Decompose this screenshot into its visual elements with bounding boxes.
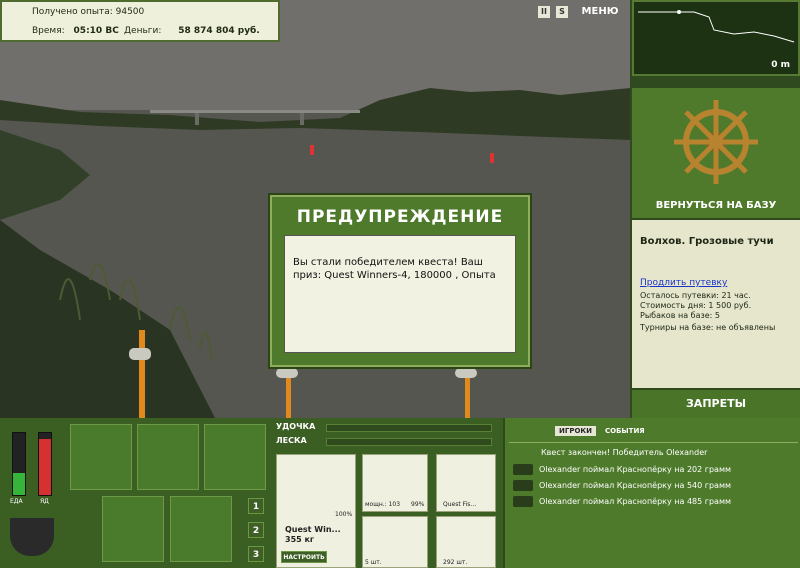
reel-left-icon — [129, 348, 151, 360]
bait-caption: 292 шт. — [443, 559, 468, 566]
depth-label: 0 m — [771, 60, 790, 70]
warning-message: Вы стали победителем квеста! Ваш приз: Q… — [284, 235, 516, 353]
xp-value: 94500 — [115, 7, 145, 17]
location-title: Волхов. Грозовые тучи — [640, 236, 774, 247]
day-cost: Стоимость дня: 1 500 руб. — [640, 301, 752, 310]
event-text: Olexander поймал Краснопёрку на 485 грам… — [539, 497, 732, 506]
rod-label: УДОЧКА — [276, 422, 316, 431]
inventory-page-1[interactable]: 1 — [248, 498, 264, 514]
rod-stand-right — [465, 372, 470, 418]
cauldron-icon[interactable] — [10, 518, 54, 556]
pause-button[interactable]: II — [538, 6, 550, 18]
money-row: Деньги: 58 874 804 руб. — [124, 26, 260, 36]
time-row: Время: 05:10 ВС — [32, 26, 119, 36]
events-divider — [509, 442, 798, 443]
line-strength-bar — [326, 438, 492, 446]
poison-gauge — [38, 432, 52, 496]
food-basket-slot[interactable] — [102, 496, 164, 562]
event-item: Olexander поймал Краснопёрку на 485 грам… — [513, 496, 731, 507]
money-label: Деньги: — [124, 26, 162, 36]
event-text: Olexander поймал Краснопёрку на 540 грам… — [539, 481, 732, 490]
ship-wheel-icon — [674, 100, 758, 184]
bucket-slot[interactable] — [170, 496, 232, 562]
fish-icon — [513, 496, 533, 507]
menu-button[interactable]: МЕНЮ — [580, 2, 620, 22]
line-label: ЛЕСКА — [276, 436, 307, 445]
rod-strength-bar — [326, 424, 492, 432]
inventory-page-3[interactable]: 3 — [248, 546, 264, 562]
rod-stand-center — [286, 372, 291, 418]
tab-players[interactable]: ИГРОКИ — [555, 426, 596, 436]
reel-center-icon — [276, 368, 298, 378]
reel-slot[interactable]: мощн.: 103 99% — [362, 454, 428, 512]
setup-rod-button[interactable]: НАСТРОИТЬ — [281, 551, 327, 563]
poison-level — [39, 439, 51, 495]
xp-row: Получено опыта: 94500 — [32, 7, 144, 17]
food-label: ЕДА — [10, 498, 23, 505]
events-panel: ИГРОКИ СОБЫТИЯ Квест закончен! Победител… — [503, 418, 800, 568]
hook-slot[interactable]: 5 шт. — [362, 516, 428, 568]
poison-label: ЯД — [40, 498, 49, 505]
event-text: Olexander поймал Краснопёрку на 202 грам… — [539, 465, 732, 474]
location-info: Волхов. Грозовые тучи Продлить путевку О… — [632, 220, 800, 388]
fish-icon — [513, 480, 533, 491]
xp-label: Получено опыта: — [32, 7, 113, 17]
reel-caption: мощн.: 103 — [365, 501, 401, 508]
event-item: Квест закончен! Победитель Olexander — [541, 448, 708, 457]
food-gauge — [12, 432, 26, 496]
rod-percent: 100% — [335, 511, 353, 518]
map-tool-slot[interactable] — [204, 424, 266, 490]
rod-slot[interactable]: Quest Win... 355 кг 100% НАСТРОИТЬ — [276, 454, 356, 568]
reel-extra: 99% — [411, 501, 425, 508]
anglers-on-base: Рыбаков на базе: 5 — [640, 311, 720, 320]
extend-permit-link[interactable]: Продлить путевку — [640, 278, 727, 288]
tournaments-status: Турниры на базе: не объявлены — [640, 323, 776, 332]
inventory-page-2[interactable]: 2 — [248, 522, 264, 538]
permit-remaining: Осталось путевки: 21 час. — [640, 291, 751, 300]
bans-button[interactable]: ЗАПРЕТЫ — [632, 390, 800, 418]
line-spool-caption: Quest Fis... — [443, 501, 477, 508]
reel-right-icon — [455, 368, 477, 378]
fish-icon — [513, 464, 533, 475]
warning-title: ПРЕДУПРЕЖДЕНИЕ — [296, 207, 504, 227]
warning-dialog[interactable]: ПРЕДУПРЕЖДЕНИЕ Вы стали победителем квес… — [270, 195, 530, 367]
tab-events[interactable]: СОБЫТИЯ — [601, 426, 649, 436]
backpack-slot[interactable] — [70, 424, 132, 490]
line-spool-slot[interactable]: Quest Fis... — [436, 454, 496, 512]
base-panel[interactable]: ВЕРНУТЬСЯ НА БАЗУ — [632, 88, 800, 218]
rod-name: Quest Win... — [285, 525, 341, 534]
food-level — [13, 473, 25, 495]
event-item: Olexander поймал Краснопёрку на 540 грам… — [513, 480, 731, 491]
money-value: 58 874 804 руб. — [178, 26, 260, 36]
event-item: Olexander поймал Краснопёрку на 202 грам… — [513, 464, 731, 475]
bait-bag-slot[interactable] — [137, 424, 199, 490]
status-panel: Получено опыта: 94500 Время: 05:10 ВС Де… — [0, 0, 280, 42]
rod-stand-left — [139, 330, 145, 418]
bait-slot[interactable]: 292 шт. — [436, 516, 496, 568]
depth-map[interactable]: 0 m — [632, 0, 800, 76]
time-value: 05:10 ВС — [73, 26, 119, 36]
hook-caption: 5 шт. — [365, 559, 382, 566]
return-to-base-button[interactable]: ВЕРНУТЬСЯ НА БАЗУ — [632, 200, 800, 211]
sound-button[interactable]: S — [556, 6, 568, 18]
rod-weight: 355 кг — [285, 535, 315, 544]
time-label: Время: — [32, 26, 65, 36]
